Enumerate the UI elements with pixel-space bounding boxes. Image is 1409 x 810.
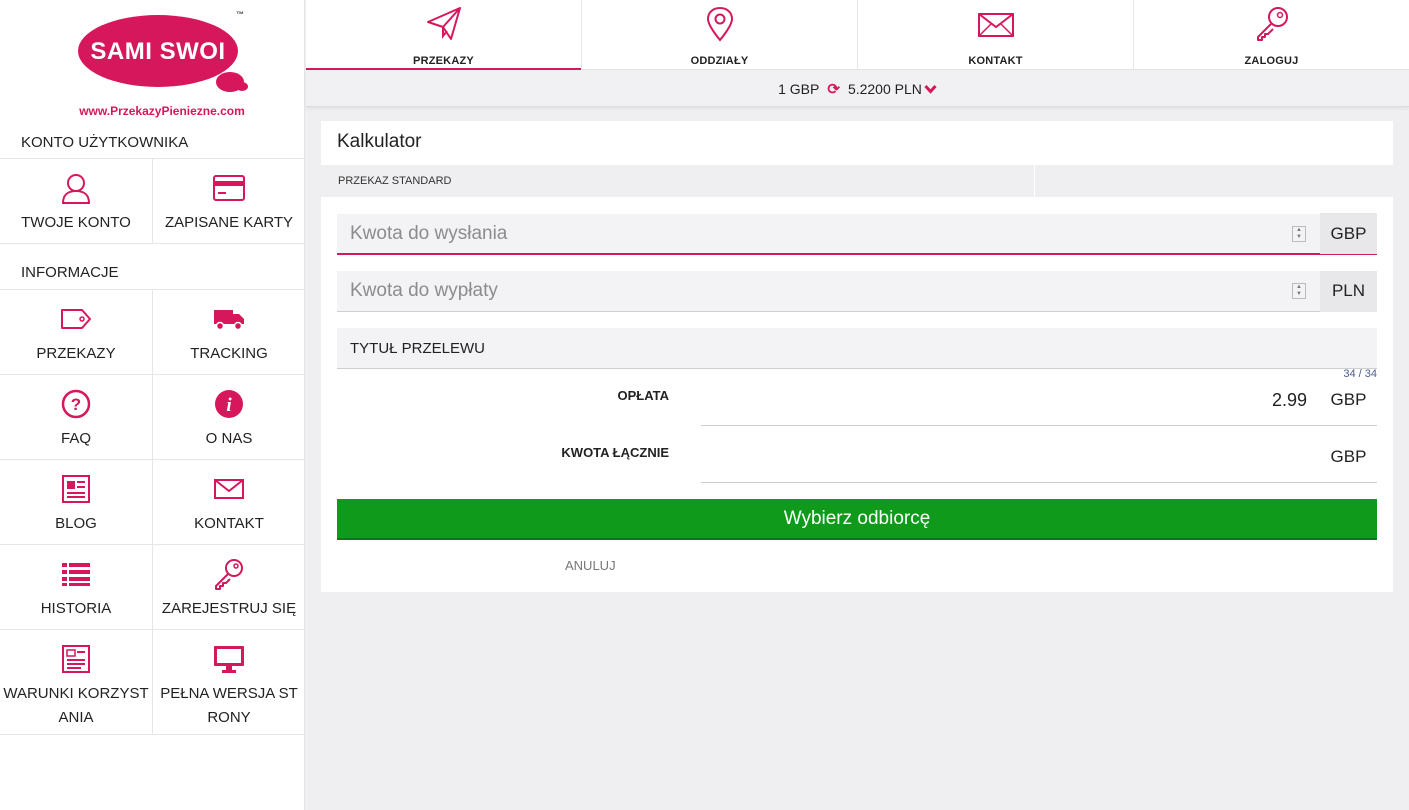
divider bbox=[701, 425, 1377, 426]
account-grid: TWOJE KONTO ZAPISANE KARTY bbox=[0, 158, 305, 244]
sidebar-item-label: BLOG bbox=[55, 515, 97, 532]
send-amount-input[interactable]: Kwota do wysłania bbox=[337, 223, 1292, 245]
choose-recipient-button[interactable]: Wybierz odbiorcę bbox=[337, 499, 1377, 540]
sidebar-item-o-nas[interactable]: i O NAS bbox=[152, 375, 305, 459]
sidebar-item-zapisane-karty[interactable]: ZAPISANE KARTY bbox=[152, 159, 305, 243]
sidebar-item-pelna-wersja[interactable]: PEŁNA WERSJA ST RONY bbox=[152, 630, 305, 734]
total-currency: GBP bbox=[1330, 447, 1367, 466]
nav-label: ODDZIAŁY bbox=[690, 55, 749, 67]
sidebar-item-zarejestruj[interactable]: ZAREJESTRUJ SIĘ bbox=[152, 545, 305, 629]
sidebar-item-warunki[interactable]: WARUNKI KORZYST ANIA bbox=[0, 630, 152, 734]
question-circle-icon: ? bbox=[59, 387, 93, 421]
logo-trademark: ™ bbox=[236, 10, 244, 19]
calculator-card: Kalkulator PRZEKAZ STANDARD Kwota do wys… bbox=[321, 121, 1393, 592]
nav-kontakt[interactable]: KONTAKT bbox=[857, 0, 1133, 69]
send-currency: GBP bbox=[1320, 213, 1377, 254]
rate-to: 5.2200 PLN bbox=[847, 80, 922, 97]
logo[interactable]: SAMI SWOI ™ www.PrzekazyPieniezne.com bbox=[76, 10, 256, 120]
fee-value: 2.99 bbox=[1271, 390, 1307, 410]
chevron-down-icon[interactable] bbox=[924, 81, 937, 97]
sidebar-item-faq[interactable]: ? FAQ bbox=[0, 375, 152, 459]
transfer-title-input[interactable]: TYTUŁ PRZELEWU bbox=[337, 340, 485, 357]
rate-from: 1 GBP bbox=[778, 80, 820, 97]
sidebar-item-historia[interactable]: HISTORIA bbox=[0, 545, 152, 629]
newspaper-icon bbox=[59, 472, 93, 506]
sidebar-item-tracking[interactable]: TRACKING bbox=[152, 290, 305, 374]
truck-icon bbox=[212, 302, 246, 336]
sidebar-item-kontakt[interactable]: KONTAKT bbox=[152, 460, 305, 544]
sidebar-item-twoje-konto[interactable]: TWOJE KONTO bbox=[0, 159, 152, 243]
key-icon bbox=[212, 557, 246, 591]
nav-label: PRZEKAZY bbox=[413, 55, 474, 67]
sidebar-item-label: TRACKING bbox=[190, 345, 268, 362]
sidebar-item-label: TWOJE KONTO bbox=[21, 214, 131, 231]
refresh-icon[interactable]: ⟳ bbox=[827, 80, 840, 98]
sidebar-item-label: KONTAKT bbox=[194, 515, 264, 532]
user-icon bbox=[59, 171, 93, 205]
nav-label: ZALOGUJ bbox=[1244, 55, 1299, 67]
nav-zaloguj[interactable]: ZALOGUJ bbox=[1133, 0, 1409, 69]
cancel-link[interactable]: ANULUJ bbox=[565, 558, 616, 573]
sidebar-item-label: PRZEKAZY bbox=[36, 345, 116, 362]
info-grid: PRZEKAZY TRACKING ? FAQ i O NAS BLOG KON… bbox=[0, 289, 305, 735]
tab-secondary[interactable] bbox=[1035, 165, 1393, 197]
top-nav: PRZEKAZY ODDZIAŁY KONTAKT ZALOGUJ bbox=[306, 0, 1409, 70]
logo-bubble-small bbox=[236, 82, 248, 91]
sidebar: SAMI SWOI ™ www.PrzekazyPieniezne.com KO… bbox=[0, 0, 305, 810]
map-pin-icon bbox=[705, 6, 735, 47]
total-row: KWOTA ŁĄCZNIE GBP bbox=[337, 439, 1377, 483]
info-circle-icon: i bbox=[212, 387, 246, 421]
transfer-title-field[interactable]: TYTUŁ PRZELEWU bbox=[337, 328, 1377, 369]
sidebar-item-label: O NAS bbox=[205, 430, 253, 447]
receive-amount-field[interactable]: Kwota do wypłaty ▲ ▼ PLN bbox=[337, 270, 1377, 312]
exchange-rate-bar: 1 GBP ⟳ 5.2200 PLN bbox=[306, 71, 1409, 107]
sidebar-item-label: HISTORIA bbox=[40, 600, 112, 617]
svg-text:i: i bbox=[226, 395, 232, 416]
sidebar-item-label: FAQ bbox=[60, 430, 91, 447]
sidebar-item-label: ZAPISANE KARTY bbox=[164, 214, 294, 231]
list-icon bbox=[59, 557, 93, 591]
envelope-icon bbox=[212, 472, 246, 506]
char-counter: 34 / 34 bbox=[1343, 368, 1377, 380]
total-label: KWOTA ŁĄCZNIE bbox=[561, 445, 669, 460]
sidebar-item-przekazy[interactable]: PRZEKAZY bbox=[0, 290, 152, 374]
logo-text: SAMI SWOI bbox=[90, 38, 226, 65]
nav-oddzialy[interactable]: ODDZIAŁY bbox=[581, 0, 857, 69]
fee-currency: GBP bbox=[1330, 390, 1367, 409]
credit-card-icon bbox=[212, 171, 246, 205]
tab-przekaz-standard[interactable]: PRZEKAZ STANDARD bbox=[321, 165, 1035, 197]
sidebar-item-blog[interactable]: BLOG bbox=[0, 460, 152, 544]
key-icon bbox=[1254, 6, 1290, 47]
logo-url: www.PrzekazyPieniezne.com bbox=[79, 104, 245, 118]
section-label-info: INFORMACJE bbox=[21, 264, 119, 281]
document-icon bbox=[59, 642, 93, 676]
svg-text:?: ? bbox=[71, 395, 81, 414]
sidebar-item-label: WARUNKI KORZYST ANIA bbox=[3, 685, 149, 726]
nav-label: KONTAKT bbox=[968, 55, 1023, 67]
sidebar-item-label: PEŁNA WERSJA ST RONY bbox=[160, 685, 298, 726]
fee-label: OPŁATA bbox=[617, 388, 669, 403]
tag-icon bbox=[59, 302, 93, 336]
page-title: Kalkulator bbox=[337, 131, 422, 152]
divider bbox=[701, 482, 1377, 483]
receive-currency: PLN bbox=[1320, 270, 1377, 312]
transfer-type-tabs: PRZEKAZ STANDARD bbox=[321, 165, 1393, 197]
section-label-account: KONTO UŻYTKOWNIKA bbox=[21, 134, 189, 151]
monitor-icon bbox=[212, 642, 246, 676]
send-amount-field[interactable]: Kwota do wysłania ▲ ▼ GBP bbox=[337, 213, 1377, 255]
number-spinner-icon[interactable]: ▲ ▼ bbox=[1292, 283, 1306, 299]
sidebar-item-label: ZAREJESTRUJ SIĘ bbox=[161, 600, 297, 617]
receive-amount-input[interactable]: Kwota do wypłaty bbox=[337, 280, 1292, 302]
envelope-icon bbox=[977, 6, 1015, 47]
fee-row: OPŁATA 2.99 GBP bbox=[337, 382, 1377, 426]
paper-plane-icon bbox=[426, 6, 462, 47]
number-spinner-icon[interactable]: ▲ ▼ bbox=[1292, 225, 1306, 242]
nav-przekazy[interactable]: PRZEKAZY bbox=[306, 0, 581, 70]
